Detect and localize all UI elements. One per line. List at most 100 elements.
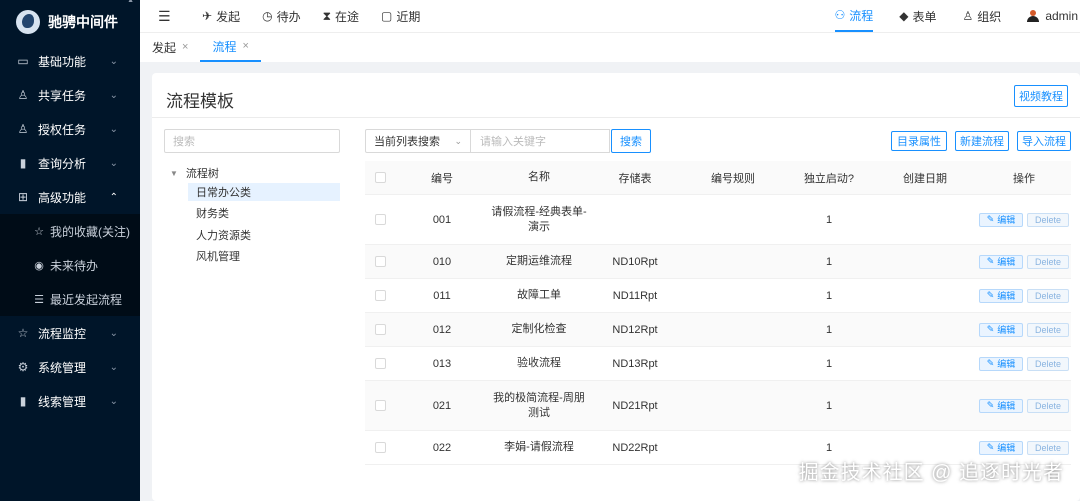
chevron-down-icon: ⌄: [109, 157, 118, 169]
chevron-down-icon: ⌄: [109, 89, 118, 101]
tab-flow[interactable]: 流程 ×: [200, 32, 261, 62]
tree-node-finance[interactable]: 财务类: [188, 204, 340, 222]
sidebar-subitem-favorites[interactable]: ☆ 我的收藏(关注): [0, 214, 140, 248]
nav-todo[interactable]: ◷ 待办: [262, 0, 301, 32]
new-flow-button[interactable]: 新建流程: [955, 131, 1009, 151]
edit-button[interactable]: ✎ 编辑: [979, 322, 1023, 337]
sidebar-item-label: 系统管理: [38, 360, 87, 375]
tree-search-input[interactable]: 搜索: [164, 129, 340, 153]
delete-button[interactable]: Delete: [1027, 356, 1069, 371]
nav-form[interactable]: ◆ 表单: [899, 0, 936, 32]
menu-fold-icon[interactable]: ☰: [158, 8, 171, 25]
delete-button[interactable]: Delete: [1027, 398, 1069, 413]
sidebar-item-label: 流程监控: [38, 326, 87, 341]
edit-button[interactable]: ✎ 编辑: [979, 254, 1023, 269]
cell-ops: ✎ 编辑 Delete: [977, 356, 1071, 371]
search-button[interactable]: 搜索: [611, 129, 651, 153]
cell-name: 我的极简流程-周朋测试: [493, 391, 585, 419]
tree-root[interactable]: ▼ 流程树: [170, 165, 219, 181]
cell-independent: 1: [825, 357, 833, 370]
nav-in-progress[interactable]: ⧗ 在途: [323, 0, 359, 32]
edit-button[interactable]: ✎ 编辑: [979, 288, 1023, 303]
import-flow-button[interactable]: 导入流程: [1017, 131, 1071, 151]
row-checkbox[interactable]: [365, 442, 395, 453]
checkbox[interactable]: [374, 442, 386, 453]
caret-down-icon[interactable]: ▼: [170, 169, 178, 178]
user-menu[interactable]: admin: [1027, 0, 1078, 32]
checkbox[interactable]: [374, 400, 386, 411]
chevron-down-icon: ⌄: [109, 395, 118, 407]
nav-in-progress-label: 在途: [335, 9, 360, 24]
checkbox[interactable]: [374, 290, 386, 301]
table-row[interactable]: 001 请假流程-经典表单-演示 1 ✎ 编辑 Delete: [365, 195, 1071, 245]
tab-start[interactable]: 发起 ×: [140, 32, 200, 62]
close-icon[interactable]: ×: [182, 41, 188, 53]
sidebar-item-query-analysis[interactable]: ▮ 查询分析 ⌄: [0, 146, 140, 180]
select-all-checkbox[interactable]: [365, 172, 395, 183]
checkbox[interactable]: [374, 256, 386, 267]
tree-node-hr[interactable]: 人力资源类: [188, 226, 340, 244]
directory-properties-button[interactable]: 目录属性: [891, 131, 947, 151]
col-header-ops: 操作: [1013, 172, 1035, 185]
edit-icon: ✎: [986, 324, 995, 334]
edit-button[interactable]: ✎ 编辑: [979, 440, 1023, 455]
checkbox[interactable]: [374, 358, 386, 369]
sidebar-item-advanced[interactable]: ⊞ 高级功能 ⌃: [0, 180, 140, 214]
delete-button[interactable]: Delete: [1027, 288, 1069, 303]
table-row[interactable]: 013 验收流程 ND13Rpt 1 ✎ 编辑 Delete: [365, 347, 1071, 381]
edit-button[interactable]: ✎ 编辑: [979, 398, 1023, 413]
checkbox[interactable]: [374, 172, 386, 183]
table-row[interactable]: 012 定制化检查 ND12Rpt 1 ✎ 编辑 Delete: [365, 313, 1071, 347]
row-checkbox[interactable]: [365, 358, 395, 369]
chevron-down-icon: ⌄: [109, 361, 118, 373]
row-checkbox[interactable]: [365, 290, 395, 301]
nav-start[interactable]: ✈ 发起: [202, 0, 240, 32]
checkbox[interactable]: [374, 324, 386, 335]
sidebar-subitem-recent-started[interactable]: ☰ 最近发起流程: [0, 282, 140, 316]
tree-node-daily-office[interactable]: 日常办公类: [188, 183, 340, 201]
sidebar-item-authorized-tasks[interactable]: ♙ 授权任务 ⌄: [0, 112, 140, 146]
keyword-search-input[interactable]: 请输入关键字: [470, 129, 610, 153]
checkbox[interactable]: [374, 214, 386, 225]
table-row[interactable]: 011 故障工单 ND11Rpt 1 ✎ 编辑 Delete: [365, 279, 1071, 313]
sidebar-scroll-up-icon[interactable]: [126, 0, 134, 10]
sidebar-item-lead-manage[interactable]: ▮ 线索管理 ⌄: [0, 384, 140, 418]
row-checkbox[interactable]: [365, 214, 395, 225]
app-logo[interactable]: 驰骋中间件: [0, 0, 140, 44]
cell-store: ND21Rpt: [612, 399, 658, 412]
edit-button[interactable]: ✎ 编辑: [979, 212, 1023, 227]
watermark: 掘金技术社区 @ 追逐时光者: [798, 462, 1064, 484]
chevron-down-icon: ⌄: [109, 123, 118, 135]
cell-ops: ✎ 编辑 Delete: [977, 288, 1071, 303]
edit-button[interactable]: ✎ 编辑: [979, 356, 1023, 371]
sidebar-item-label: 共享任务: [38, 88, 87, 103]
sidebar-item-flow-monitor[interactable]: ☆ 流程监控 ⌄: [0, 316, 140, 350]
search-scope-select[interactable]: 当前列表搜索 ⌄: [365, 129, 471, 153]
nav-flow[interactable]: ⚇ 流程: [834, 0, 874, 32]
table-row[interactable]: 010 定期运维流程 ND10Rpt 1 ✎ 编辑 Delete: [365, 245, 1071, 279]
sidebar-subitem-future-todo[interactable]: ◉ 未来待办: [0, 248, 140, 282]
sidebar-item-basic[interactable]: ▭ 基础功能 ⌄: [0, 44, 140, 78]
delete-button[interactable]: Delete: [1027, 440, 1069, 455]
sidebar-item-label: 线索管理: [38, 394, 87, 409]
edit-icon: ✎: [986, 358, 995, 368]
row-checkbox[interactable]: [365, 256, 395, 267]
delete-button[interactable]: Delete: [1027, 322, 1069, 337]
row-checkbox[interactable]: [365, 400, 395, 411]
delete-button[interactable]: Delete: [1027, 212, 1069, 227]
row-checkbox[interactable]: [365, 324, 395, 335]
flow-icon: ⚇: [834, 8, 846, 22]
nav-org[interactable]: ♙ 组织: [963, 0, 1002, 32]
chevron-down-icon: ⌄: [109, 55, 118, 67]
sidebar-item-shared-tasks[interactable]: ♙ 共享任务 ⌄: [0, 78, 140, 112]
sidebar-item-system-manage[interactable]: ⚙ 系统管理 ⌄: [0, 350, 140, 384]
tree-node-fan-manage[interactable]: 风机管理: [188, 247, 340, 265]
table-row[interactable]: 021 我的极简流程-周朋测试 ND21Rpt 1 ✎ 编辑 Delete: [365, 381, 1071, 431]
diamond-icon: ◆: [899, 9, 909, 23]
video-tutorial-button[interactable]: 视频教程: [1014, 85, 1068, 107]
close-icon[interactable]: ×: [242, 40, 248, 52]
delete-button[interactable]: Delete: [1027, 254, 1069, 269]
cell-no: 022: [432, 441, 452, 454]
nav-recent[interactable]: ▢ 近期: [381, 0, 420, 32]
divider: [152, 117, 1080, 118]
